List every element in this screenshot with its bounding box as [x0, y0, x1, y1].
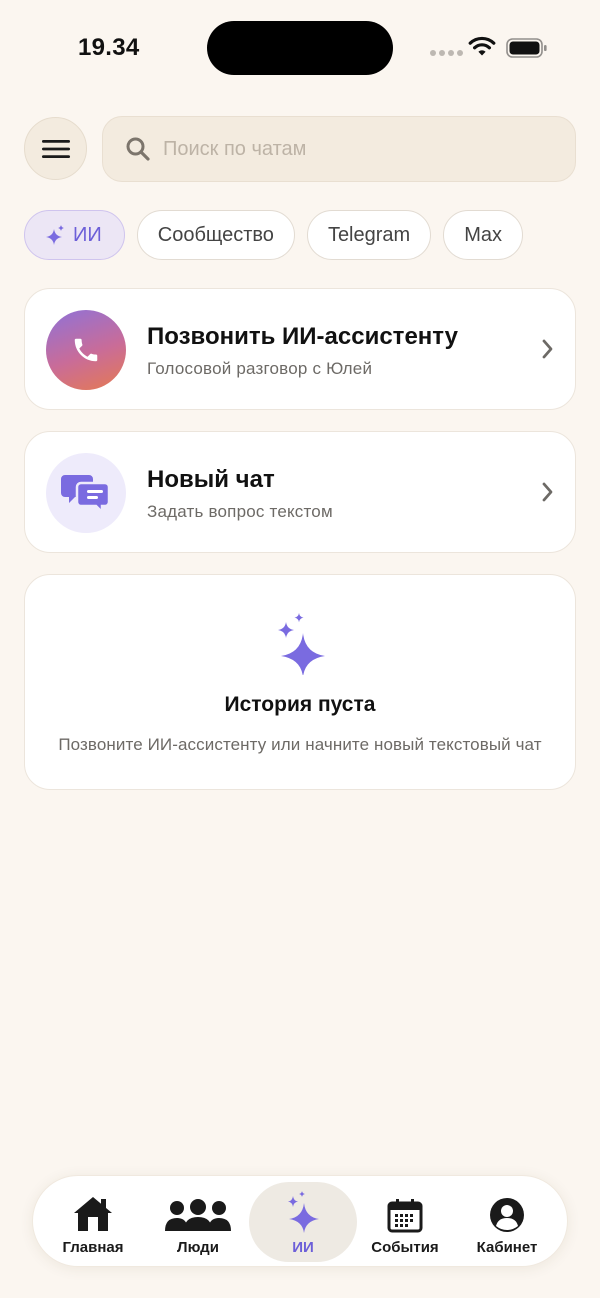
menu-button[interactable]: [24, 117, 87, 180]
call-assistant-card[interactable]: Позвонить ИИ-ассистенту Голосовой разгов…: [24, 288, 576, 410]
card-subtitle: Голосовой разговор с Юлей: [147, 359, 373, 378]
tab-profile[interactable]: Кабинет: [453, 1176, 561, 1268]
chevron-right-icon: [542, 482, 553, 502]
search-icon: [126, 137, 150, 161]
wifi-icon: [468, 36, 496, 56]
bottom-tab-bar: Главная Люди ИИ События Кабинет: [32, 1175, 568, 1267]
chip-ai[interactable]: ИИ: [24, 210, 125, 260]
card-title: Позвонить ИИ-ассистенту: [147, 323, 458, 350]
empty-state-text: Позвоните ИИ-ассистенту или начните новы…: [58, 735, 542, 754]
sparkle-icon: [46, 225, 64, 245]
chat-avatar: [46, 453, 126, 533]
chip-label: Telegram: [327, 223, 411, 246]
empty-history-card: История пуста Позвоните ИИ-ассистенту ил…: [24, 574, 576, 790]
tab-label: Кабинет: [476, 1239, 538, 1256]
search-box[interactable]: [102, 116, 576, 182]
chevron-right-icon: [542, 339, 553, 359]
chip-telegram[interactable]: Telegram: [306, 210, 432, 260]
new-chat-card[interactable]: Новый чат Задать вопрос текстом: [24, 431, 576, 553]
chip-label: Max: [464, 223, 502, 246]
chip-max[interactable]: Max: [443, 210, 523, 260]
cellular-signal-icon: [430, 50, 463, 56]
tab-home[interactable]: Главная: [39, 1176, 147, 1268]
calendar-icon: [387, 1199, 423, 1233]
hamburger-icon: [41, 139, 70, 158]
home-icon: [74, 1197, 112, 1231]
status-bar: 19.34: [0, 0, 600, 100]
tab-ai[interactable]: ИИ: [249, 1182, 357, 1262]
tab-people[interactable]: Люди: [144, 1176, 252, 1268]
card-title: Новый чат: [147, 466, 275, 493]
profile-icon: [490, 1198, 524, 1232]
tab-label: Люди: [177, 1239, 219, 1256]
sparkles-icon: [278, 613, 325, 675]
phone-icon: [74, 338, 98, 362]
card-subtitle: Задать вопрос текстом: [147, 502, 333, 521]
chip-community[interactable]: Сообщество: [136, 210, 295, 260]
filter-chips: ИИ Сообщество Telegram Max: [24, 210, 523, 260]
battery-icon: [506, 38, 547, 58]
status-time: 19.34: [78, 34, 140, 61]
search-input[interactable]: [163, 137, 543, 161]
tab-events[interactable]: События: [351, 1176, 459, 1268]
tab-label: События: [371, 1239, 439, 1256]
empty-state-title: История пуста: [224, 693, 376, 716]
tab-label: ИИ: [292, 1239, 314, 1256]
chip-label: ИИ: [73, 223, 102, 246]
people-icon: [165, 1199, 231, 1231]
tab-label: Главная: [62, 1239, 124, 1256]
call-avatar: [46, 310, 126, 390]
sparkle-icon: [288, 1191, 319, 1233]
dynamic-island: [207, 21, 393, 75]
chip-label: Сообщество: [157, 223, 274, 246]
chat-bubbles-icon: [61, 475, 111, 513]
